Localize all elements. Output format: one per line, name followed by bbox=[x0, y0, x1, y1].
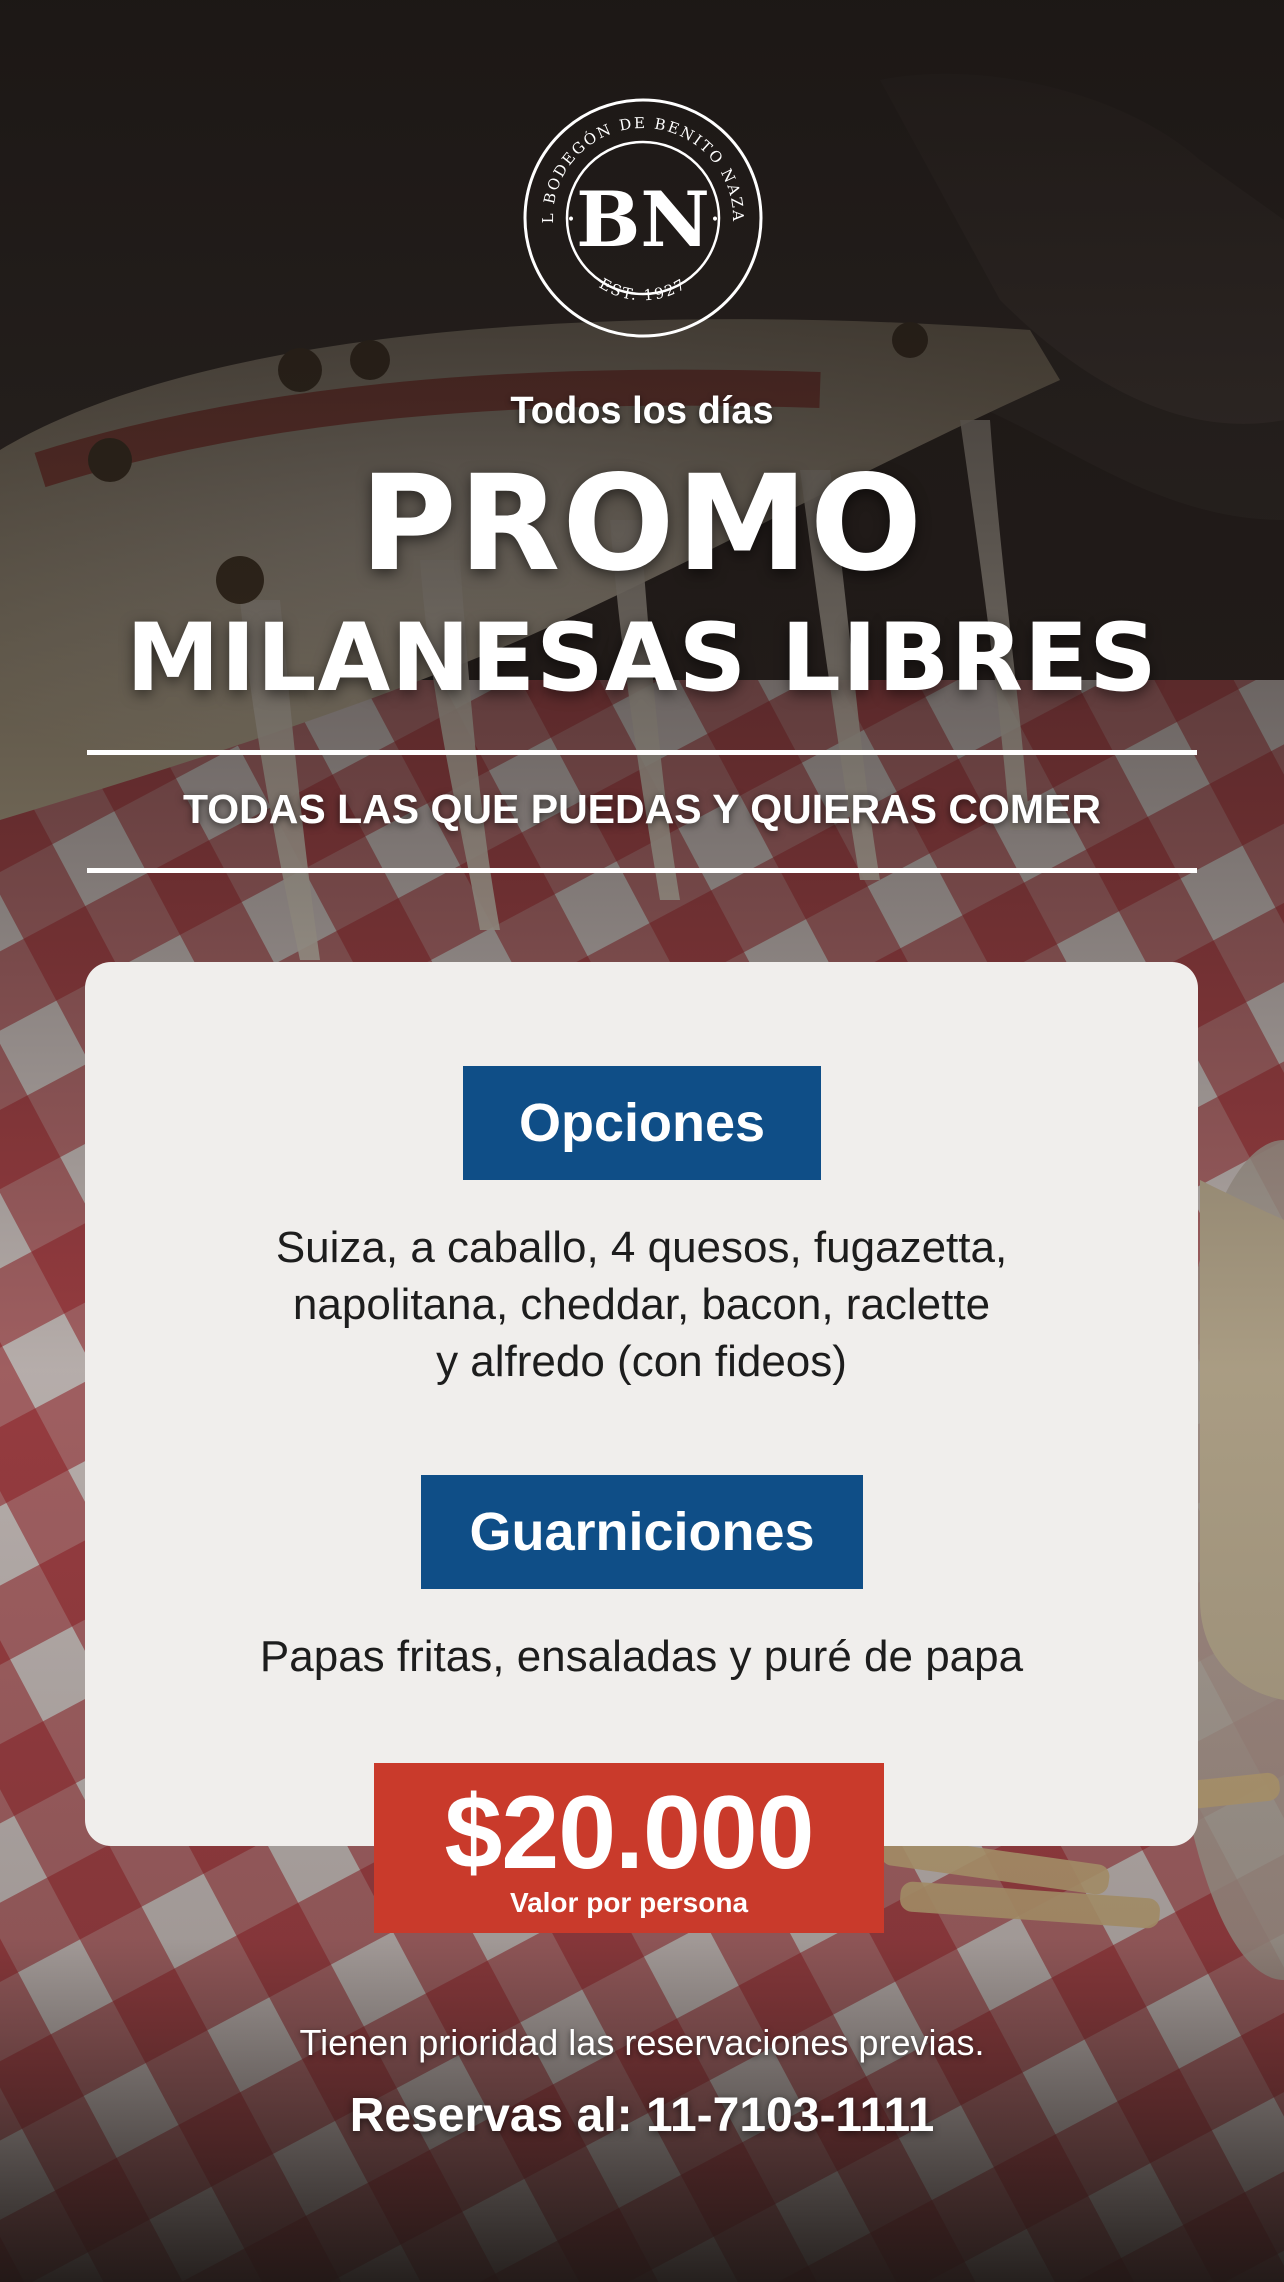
divider-top bbox=[87, 750, 1197, 755]
guarniciones-list: Papas fritas, ensaladas y puré de papa bbox=[85, 1628, 1198, 1685]
section-label-guarniciones: Guarniciones bbox=[421, 1475, 863, 1589]
opciones-line: napolitana, cheddar, bacon, raclette bbox=[292, 1280, 991, 1329]
contact-phone[interactable]: 11-7103-1111 bbox=[646, 2089, 934, 2142]
section-label-opciones: Opciones bbox=[463, 1066, 821, 1180]
opciones-list: Suiza, a caballo, 4 quesos, fugazetta, n… bbox=[85, 1219, 1198, 1390]
contact-label: Reservas al: bbox=[349, 2089, 646, 2142]
logo-separator-right: • bbox=[711, 212, 719, 228]
price-caption: Valor por persona bbox=[509, 1887, 749, 1918]
reservation-contact: Reservas al: 11-7103-1111 bbox=[0, 2088, 1284, 2143]
promo-title: PROMO bbox=[359, 447, 925, 601]
opciones-line: y alfredo (con fideos) bbox=[436, 1337, 847, 1386]
price-amount: $20.000 bbox=[444, 1775, 815, 1891]
logo-ring-bottom-text: EST. 1927 bbox=[596, 275, 688, 305]
restaurant-logo: EL BODEGÓN DE BENITO NAZAR EST. 1927 • •… bbox=[521, 96, 763, 338]
svg-text:EST. 1927: EST. 1927 bbox=[596, 275, 690, 305]
guarniciones-line: Papas fritas, ensaladas y puré de papa bbox=[259, 1632, 1024, 1681]
logo-monogram: BN bbox=[576, 175, 710, 264]
reservation-note: Tienen prioridad las reservaciones previ… bbox=[299, 2022, 985, 2063]
price-badge: $20.000 Valor por persona bbox=[374, 1763, 884, 1933]
tagline: Todos los días bbox=[510, 390, 774, 432]
promo-subtitle: MILANESAS LIBRES bbox=[126, 604, 1158, 713]
logo-separator-left: • bbox=[567, 212, 575, 228]
divider-bottom bbox=[87, 868, 1197, 873]
slogan: TODAS LAS QUE PUEDAS Y QUIERAS COMER bbox=[182, 786, 1102, 832]
opciones-line: Suiza, a caballo, 4 quesos, fugazetta, bbox=[275, 1223, 1008, 1272]
